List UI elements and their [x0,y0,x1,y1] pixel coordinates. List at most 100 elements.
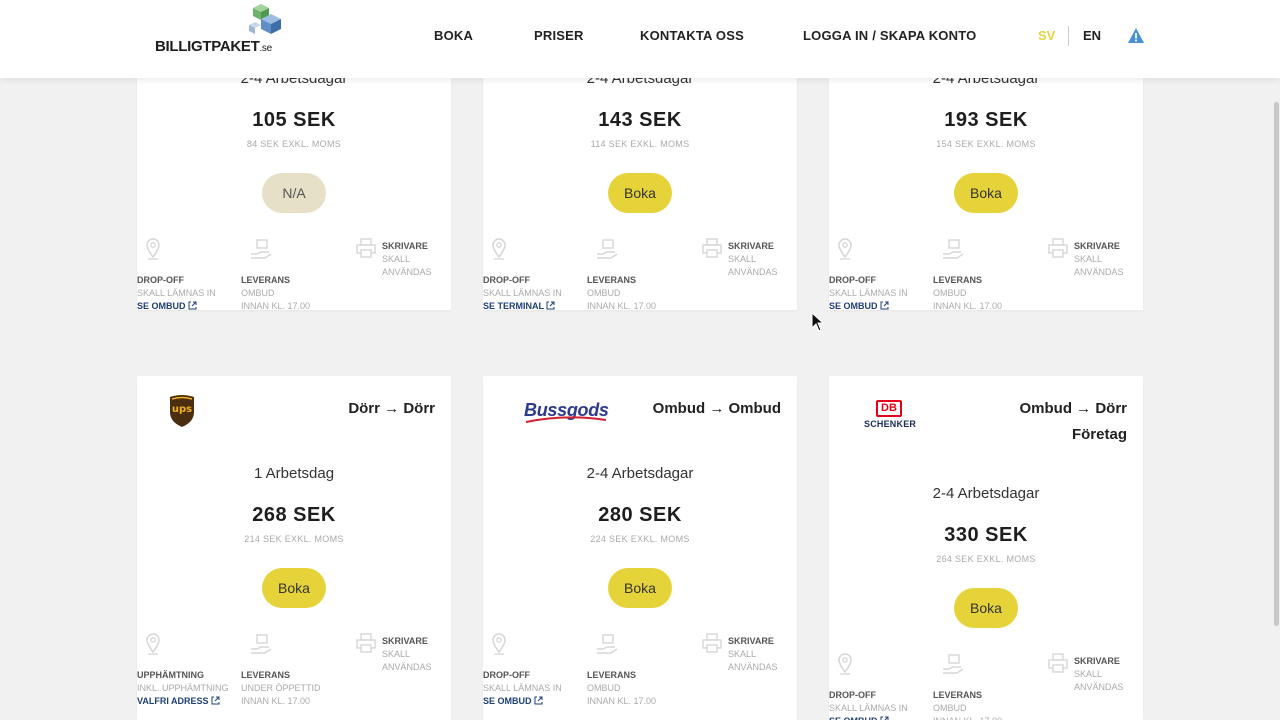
printer-icon [355,238,377,263]
feature-title: DROP-OFF [483,670,530,680]
boka-button[interactable]: Boka [954,173,1018,213]
feature-text: ANVÄNDAS [382,267,432,277]
printer-icon [1047,238,1069,263]
feature-link[interactable]: SE OMBUD [829,300,908,310]
feature-title: DROP-OFF [483,275,530,285]
cubes-logo-icon [249,4,281,34]
swoosh-icon [524,411,608,429]
price: 193 SEK [944,109,1028,131]
nav-logga-in[interactable]: LOGGA IN / SKAPA KONTO [803,28,976,43]
route: Ombud → Ombud [653,396,781,422]
feature-text: INNAN KL. 17.00 [241,696,311,706]
feature-title: LEVERANS [587,275,637,285]
ups-logo-icon: ups [168,394,196,433]
external-link-icon[interactable] [878,716,889,720]
boka-button[interactable]: Boka [262,568,326,608]
feature-title: DROP-OFF [829,275,876,285]
feature-text: SKALL [1074,254,1103,264]
feature-title: LEVERANS [587,670,637,680]
feature-2: LEVERANS OMBUD INNAN KL. 17.00 [933,689,1002,720]
scrollbar-thumb[interactable] [1274,102,1279,626]
hand-package-icon [595,633,619,660]
feature-text: INNAN KL. 17.00 [933,715,1002,720]
feature-text: SKALL [382,649,411,659]
warning-icon[interactable] [1127,27,1145,45]
feature-text: SKALL [382,254,411,264]
feature-2: LEVERANS UNDER ÖPPETTID INNAN KL. 17.00 [241,669,321,708]
boka-button[interactable]: Boka [608,173,672,213]
feature-3: SKRIVARE SKALL ANVÄNDAS [382,635,432,674]
db-schenker-logo-icon: DB SCHENKER [864,400,916,429]
carrier-name: ups [171,404,193,415]
route-line-1: Ombud → Dörr [1019,400,1128,417]
shipping-option-card: 2-4 Arbetsdagar 193 SEK 154 SEK EXKL. MOMS… [829,70,1143,310]
feature-link[interactable]: SE OMBUD [829,715,908,720]
location-pin-icon [491,633,507,660]
site-logo[interactable]: BILLIGTPAKET.se [155,2,285,62]
lang-sv[interactable]: SV [1038,28,1055,43]
price-excl-vat: 224 SEK EXKL. MOMS [590,534,690,544]
feature-3: SKRIVARE SKALL ANVÄNDAS [1074,655,1124,694]
boka-button[interactable]: Boka [954,588,1018,628]
external-link-icon[interactable] [532,696,543,706]
feature-2: LEVERANS OMBUD INNAN KL. 17.00 [241,274,310,310]
feature-1: DROP-OFF SKALL LÄMNAS IN SE OMBUD [483,669,562,708]
feature-title: SKRIVARE [382,636,428,646]
feature-text: INNAN KL. 17.00 [587,696,657,706]
feature-text: ANVÄNDAS [382,662,432,672]
bussgods-logo-icon: Bussgods [524,400,609,423]
lang-en[interactable]: EN [1083,28,1101,43]
feature-title: LEVERANS [933,690,983,700]
price: 143 SEK [598,109,682,131]
feature-text: ANVÄNDAS [1074,267,1124,277]
feature-link[interactable]: SE OMBUD [137,300,216,310]
boka-button[interactable]: Boka [608,568,672,608]
location-pin-icon [837,238,853,265]
feature-text: ANVÄNDAS [728,662,778,672]
feature-text: OMBUD [587,683,621,693]
price: 105 SEK [252,109,336,131]
nav-priser[interactable]: PRISER [534,28,584,43]
feature-link[interactable]: VALFRI ADRESS [137,695,229,708]
logo-suffix: .se [259,43,272,54]
external-link-icon[interactable] [209,696,220,706]
feature-3: SKRIVARE SKALL ANVÄNDAS [382,240,432,279]
hand-package-icon [595,238,619,265]
feature-text: OMBUD [587,288,621,298]
feature-1: DROP-OFF SKALL LÄMNAS IN SE OMBUD [137,274,216,310]
price: 268 SEK [252,504,336,526]
feature-text: ANVÄNDAS [728,267,778,277]
feature-text: UNDER ÖPPETTID [241,683,321,693]
feature-text: OMBUD [933,703,967,713]
feature-text: SKALL LÄMNAS IN [829,703,908,713]
feature-link[interactable]: SE OMBUD [483,695,562,708]
carrier-name: DB [876,400,902,417]
na-button[interactable]: N/A [262,173,326,213]
nav-boka[interactable]: BOKA [434,28,473,43]
external-link-icon[interactable] [186,301,197,310]
location-pin-icon [491,238,507,265]
feature-text: INKL. UPPHÄMTNING [137,683,229,693]
price-excl-vat: 84 SEK EXKL. MOMS [246,139,342,149]
feature-2: LEVERANS OMBUD INNAN KL. 17.00 [587,669,656,708]
mouse-cursor-icon [811,312,825,332]
external-link-icon[interactable] [878,301,889,310]
external-link-icon[interactable] [544,301,555,310]
price: 330 SEK [944,524,1028,546]
feature-text: SKALL [728,254,757,264]
hand-package-icon [941,238,965,265]
feature-title: DROP-OFF [137,275,184,285]
feature-1: DROP-OFF SKALL LÄMNAS IN SE TERMINAL [483,274,562,310]
feature-text: SKALL [728,649,757,659]
feature-link[interactable]: SE TERMINAL [483,300,562,310]
price-excl-vat: 114 SEK EXKL. MOMS [590,139,690,149]
feature-text: INNAN KL. 17.00 [241,301,311,310]
printer-icon [355,633,377,658]
shipping-option-card: 2-4 Arbetsdagar 143 SEK 114 SEK EXKL. MOMS… [483,70,797,310]
route-line-1: Ombud → Ombud [652,400,781,417]
printer-icon [701,238,723,263]
location-pin-icon [145,238,161,265]
feature-text: OMBUD [241,288,275,298]
feature-2: LEVERANS OMBUD INNAN KL. 17.00 [587,274,656,310]
nav-kontakta-oss[interactable]: KONTAKTA OSS [640,28,744,43]
